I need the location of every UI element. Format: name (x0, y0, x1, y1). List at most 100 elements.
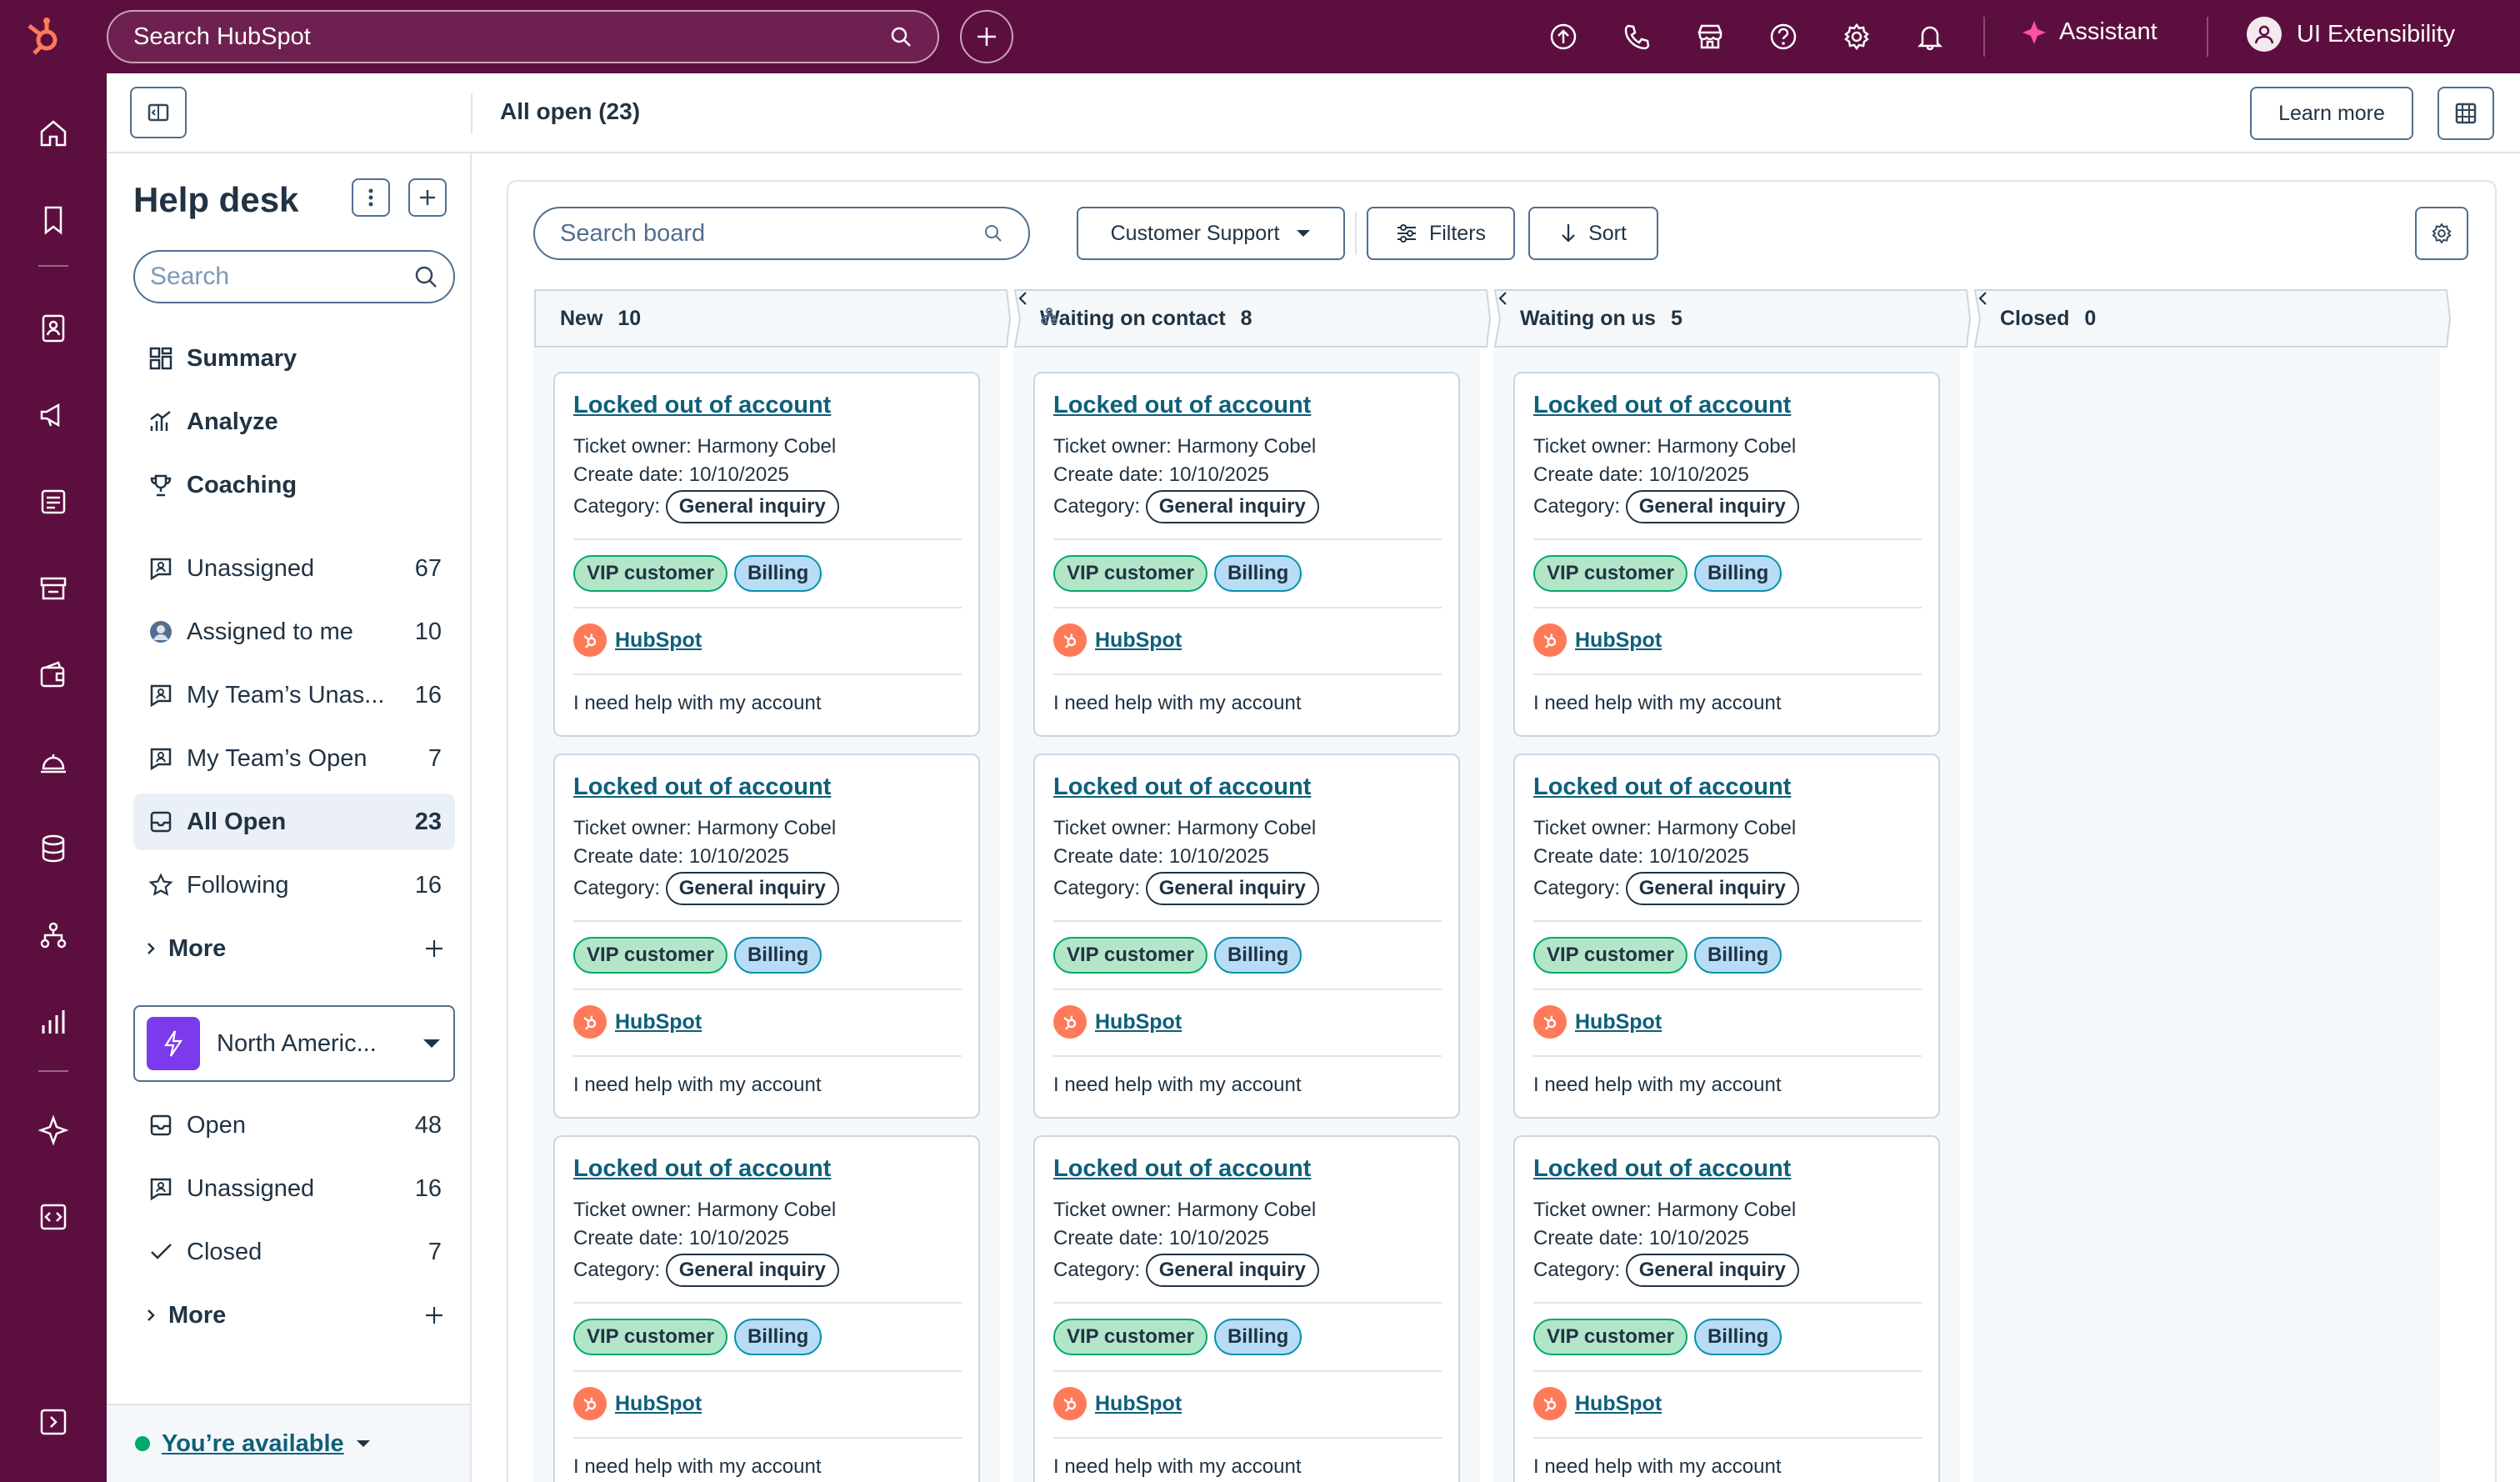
add-view-plus-icon[interactable] (423, 1304, 445, 1326)
company-link[interactable]: HubSpot (1095, 1010, 1182, 1034)
ticket-card[interactable]: Locked out of account Ticket owner: Harm… (1513, 1135, 1940, 1482)
company-link[interactable]: HubSpot (1575, 1010, 1662, 1034)
ticket-title-link[interactable]: Locked out of account (1053, 392, 1311, 419)
sidebar-item-analyze[interactable]: Analyze (133, 393, 455, 450)
sidebar-add-button[interactable] (408, 178, 447, 217)
sidebar-more-toggle-2[interactable]: More (133, 1290, 455, 1340)
sidebar-more-toggle[interactable]: More (133, 924, 455, 974)
ticket-description: I need help with my account (1533, 692, 1782, 714)
phone-icon[interactable] (1622, 22, 1652, 52)
availability-status[interactable]: You’re available (107, 1404, 470, 1482)
sidebar-search-input[interactable]: Search (133, 250, 455, 303)
service-bell-icon[interactable] (37, 745, 70, 779)
ticket-title-link[interactable]: Locked out of account (1053, 1155, 1311, 1183)
sidebar-item-assigned-to-me[interactable]: Assigned to me 10 (133, 603, 455, 660)
ai-sparkle-icon[interactable] (37, 1114, 70, 1147)
database-icon[interactable] (37, 832, 70, 865)
unassigned-icon (147, 744, 175, 773)
collapse-column-chevron-icon[interactable] (1973, 288, 1993, 308)
help-icon[interactable] (1768, 22, 1798, 52)
ticket-description: I need help with my account (573, 1074, 822, 1096)
sidebar-item-inbox-closed[interactable]: Closed 7 (133, 1224, 455, 1280)
board-column: New 10 Locked out of account Ticket owne… (533, 288, 1012, 1482)
ticket-title-link[interactable]: Locked out of account (1053, 774, 1311, 801)
date-value: 10/10/2025 (1168, 463, 1269, 486)
ticket-title-link[interactable]: Locked out of account (573, 392, 831, 419)
sidebar-toggle-icon (148, 103, 169, 122)
add-view-plus-icon[interactable] (423, 938, 445, 959)
assistant-button[interactable]: Assistant (2021, 18, 2158, 46)
view-count: 48 (414, 1111, 442, 1139)
contacts-icon[interactable] (37, 312, 70, 345)
company-link[interactable]: HubSpot (1095, 1392, 1182, 1416)
ticket-title-link[interactable]: Locked out of account (573, 774, 831, 801)
settings-gear-icon[interactable] (1842, 22, 1872, 52)
expand-rail-icon[interactable] (37, 1405, 70, 1439)
company-link[interactable]: HubSpot (1575, 628, 1662, 653)
owner-value: Harmony Cobel (1177, 1199, 1317, 1221)
inbox-selector-dropdown[interactable]: North Americ... (133, 1005, 455, 1082)
board-settings-button[interactable] (2415, 207, 2468, 260)
ticket-title-link[interactable]: Locked out of account (1533, 392, 1791, 419)
collapse-column-chevron-icon[interactable] (1493, 288, 1513, 308)
category-label: Category: (573, 877, 661, 899)
sidebar-item-my-team-unassigned[interactable]: My Team’s Unas... 16 (133, 667, 455, 723)
company-link[interactable]: HubSpot (1095, 628, 1182, 653)
column-header[interactable]: Waiting on us 5 (1493, 288, 1972, 348)
board-search-input[interactable]: Search board (533, 207, 1030, 260)
automation-icon[interactable] (37, 919, 70, 952)
sort-button[interactable]: Sort (1528, 207, 1658, 260)
account-menu[interactable]: UI Extensibility (2247, 17, 2455, 52)
company-link[interactable]: HubSpot (615, 1392, 702, 1416)
collapse-column-chevron-icon[interactable] (1013, 288, 1033, 308)
sidebar-item-coaching[interactable]: Coaching (133, 457, 455, 513)
collapse-sidebar-button[interactable] (130, 87, 187, 138)
create-new-button[interactable] (960, 10, 1013, 63)
company-link[interactable]: HubSpot (615, 628, 702, 653)
sidebar-item-my-team-open[interactable]: My Team’s Open 7 (133, 730, 455, 787)
category-label: Category: (1053, 1259, 1141, 1281)
global-search-input[interactable]: Search HubSpot (107, 10, 939, 63)
notifications-bell-icon[interactable] (1915, 22, 1945, 52)
company-link[interactable]: HubSpot (1575, 1392, 1662, 1416)
ticket-title-link[interactable]: Locked out of account (1533, 1155, 1791, 1183)
commerce-icon[interactable] (37, 572, 70, 605)
company-link[interactable]: HubSpot (615, 1010, 702, 1034)
sidebar-item-following[interactable]: Following 16 (133, 857, 455, 914)
developer-code-icon[interactable] (37, 1200, 70, 1234)
sidebar-item-summary[interactable]: Summary (133, 330, 455, 387)
ticket-card[interactable]: Locked out of account Ticket owner: Harm… (553, 1135, 980, 1482)
learn-more-button[interactable]: Learn more (2250, 87, 2413, 140)
pipeline-select[interactable]: Customer Support (1077, 207, 1345, 260)
marketing-megaphone-icon[interactable] (37, 398, 70, 432)
home-icon[interactable] (37, 117, 70, 150)
column-header[interactable]: Waiting on contact 8 (1013, 288, 1492, 348)
ticket-card[interactable]: Locked out of account Ticket owner: Harm… (553, 754, 980, 1119)
upgrade-icon[interactable] (1548, 22, 1578, 52)
sidebar-item-unassigned[interactable]: Unassigned 67 (133, 540, 455, 597)
table-view-button[interactable] (2438, 87, 2494, 140)
sidebar-actions-button[interactable] (352, 178, 390, 217)
ticket-card[interactable]: Locked out of account Ticket owner: Harm… (1513, 754, 1940, 1119)
create-date-row: Create date: 10/10/2025 (573, 1227, 789, 1250)
filters-button[interactable]: Filters (1367, 207, 1515, 260)
ticket-card[interactable]: Locked out of account Ticket owner: Harm… (1033, 1135, 1460, 1482)
ticket-card[interactable]: Locked out of account Ticket owner: Harm… (1033, 754, 1460, 1119)
ticket-card[interactable]: Locked out of account Ticket owner: Harm… (553, 372, 980, 737)
wallet-icon[interactable] (37, 658, 70, 692)
bookmark-icon[interactable] (37, 203, 70, 237)
ticket-title-link[interactable]: Locked out of account (573, 1155, 831, 1183)
ticket-card[interactable]: Locked out of account Ticket owner: Harm… (1513, 372, 1940, 737)
sidebar-item-inbox-unassigned[interactable]: Unassigned 16 (133, 1160, 455, 1217)
column-header[interactable]: Closed 0 (1973, 288, 2452, 348)
sidebar-item-inbox-open[interactable]: Open 48 (133, 1097, 455, 1154)
ticket-title-link[interactable]: Locked out of account (1533, 774, 1791, 801)
content-icon[interactable] (37, 485, 70, 518)
hubspot-logo-icon[interactable] (22, 15, 65, 58)
sidebar-item-all-open[interactable]: All Open 23 (133, 794, 455, 850)
column-header[interactable]: New 10 (533, 288, 1012, 348)
ticket-card[interactable]: Locked out of account Ticket owner: Harm… (1033, 372, 1460, 737)
marketplace-icon[interactable] (1695, 22, 1725, 52)
reports-chart-icon[interactable] (37, 1005, 70, 1039)
chevron-right-icon (148, 1309, 155, 1321)
